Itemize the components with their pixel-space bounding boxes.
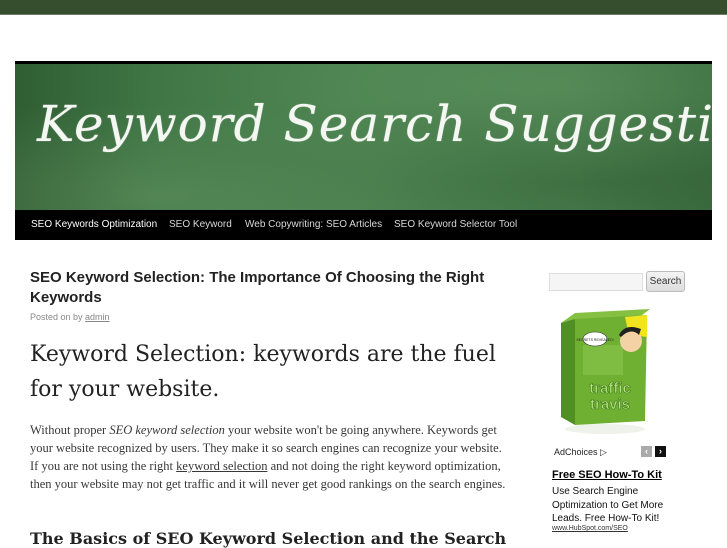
para-emphasis: SEO keyword selection <box>109 423 225 437</box>
site-title: Keyword Search Suggestion <box>37 95 712 153</box>
post-paragraph: Without proper SEO keyword selection you… <box>30 421 510 493</box>
speech-bubble-text: SECRETS REVEALED! <box>576 338 613 342</box>
ad-url-link[interactable]: www.HubSpot.com/SEO <box>552 525 628 532</box>
post-meta: Posted on by admin <box>30 312 110 322</box>
post-subheading-2: The Basics of SEO Keyword Selection and … <box>30 529 507 548</box>
product-name-line1: traffic <box>589 380 631 397</box>
site-header: Keyword Search Suggestion SEO Keywords O… <box>15 61 712 240</box>
ad-prev-arrow-icon[interactable]: ‹ <box>641 446 652 457</box>
search-input[interactable] <box>549 273 643 291</box>
adchoices-text: AdChoices <box>554 447 598 457</box>
nav-item-seo-keywords-optimization[interactable]: SEO Keywords Optimization <box>31 219 157 230</box>
adchoices-icon: ▷ <box>600 447 607 457</box>
post-title[interactable]: SEO Keyword Selection: The Importance Of… <box>30 268 500 308</box>
main-navigation: SEO Keywords Optimization SEO Keyword We… <box>15 210 712 240</box>
author-link[interactable]: admin <box>85 312 110 322</box>
ad-body-text: Use Search Engine Optimization to Get Mo… <box>552 486 664 524</box>
product-shadow <box>565 424 645 434</box>
posted-on-label: Posted on by <box>30 312 86 322</box>
header-banner[interactable]: Keyword Search Suggestion <box>15 64 712 210</box>
product-name-line2: travis <box>590 396 630 413</box>
post-subheading: Keyword Selection: keywords are the fuel… <box>30 342 496 402</box>
box-side <box>561 319 575 425</box>
nav-item-web-copywriting[interactable]: Web Copywriting: SEO Articles <box>245 219 382 230</box>
nav-item-seo-keyword[interactable]: SEO Keyword <box>169 219 232 230</box>
para-text: Without proper <box>30 423 110 437</box>
nav-item-seo-keyword-selector-tool[interactable]: SEO Keyword Selector Tool <box>394 219 517 230</box>
checker-pattern <box>583 345 623 375</box>
traffic-travis-product-image[interactable]: SECRETS REVEALED! traffic travis <box>555 305 655 435</box>
keyword-selection-link[interactable]: keyword selection <box>176 459 267 473</box>
ad-next-arrow-icon[interactable]: › <box>655 446 666 457</box>
adchoices-label[interactable]: AdChoices ▷ <box>554 447 607 458</box>
top-bar <box>0 0 727 15</box>
ad-title-link[interactable]: Free SEO How-To Kit <box>552 469 662 481</box>
search-button[interactable]: Search <box>646 271 685 292</box>
